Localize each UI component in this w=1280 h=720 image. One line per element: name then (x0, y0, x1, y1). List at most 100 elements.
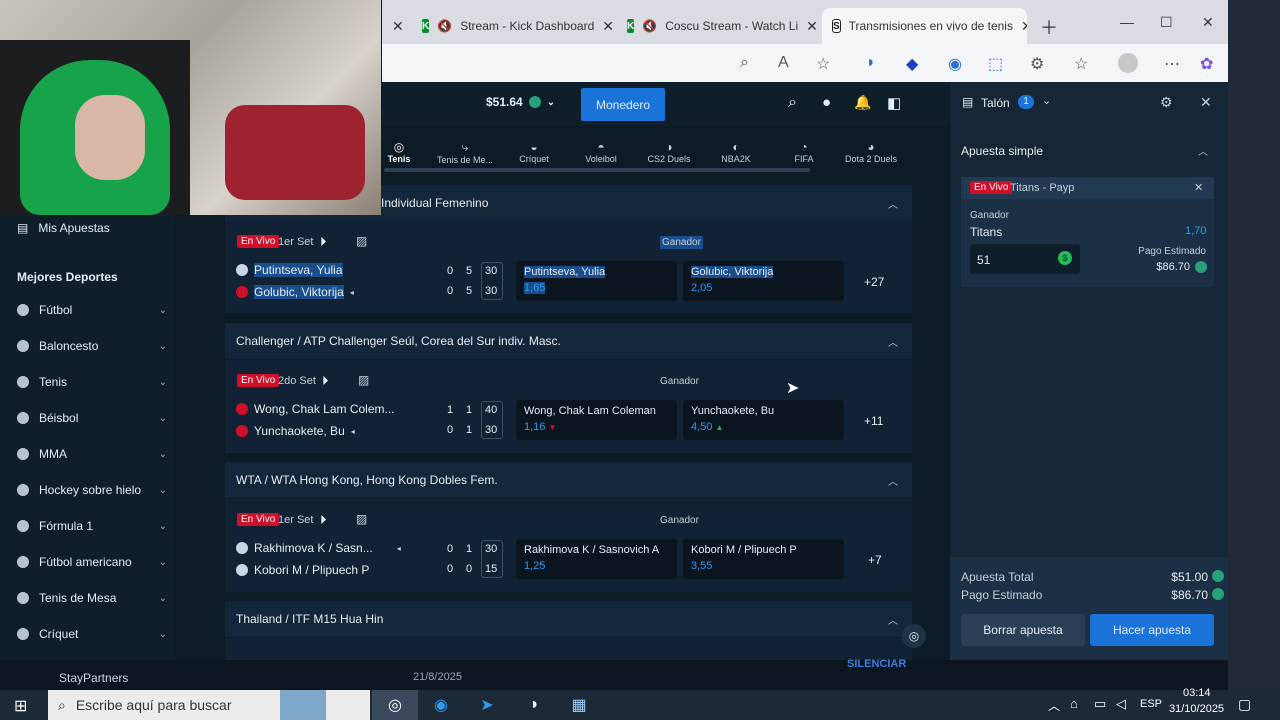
close-icon[interactable]: ✕ (1194, 181, 1203, 194)
clock-date[interactable]: 31/10/2025 (1169, 703, 1224, 715)
sidebar-item-american-football[interactable]: Fútbol americano ⌄ (17, 555, 167, 569)
extension-icon[interactable]: ◗ (866, 54, 876, 72)
edge-icon[interactable]: ◉ (418, 690, 464, 720)
taskbar-app-game[interactable] (280, 690, 326, 720)
odds-button[interactable]: Kobori M / Plipuech P 3,55 (683, 539, 844, 579)
sidebar-item-basketball[interactable]: Baloncesto ⌄ (17, 339, 167, 353)
favorite-star-icon[interactable]: ☆ (816, 54, 830, 74)
chevron-down-icon[interactable]: ⌄ (1042, 94, 1051, 107)
stake-input[interactable]: 51 $ (970, 244, 1080, 274)
more-markets-link[interactable]: +7 (868, 553, 882, 567)
close-window-icon[interactable]: ✕ (1202, 14, 1214, 31)
player-row[interactable]: Rakhimova K / Sasn... ◂ (236, 541, 401, 555)
play-stream-icon[interactable]: ⏵ (320, 512, 327, 528)
zoom-icon[interactable]: ⌕ (740, 54, 749, 72)
section-header[interactable]: Thailand / ITF M15 Hua Hin ︿ (225, 601, 912, 637)
clear-bet-button[interactable]: Borrar apuesta (961, 614, 1085, 646)
chevron-up-icon[interactable]: ︿ (1048, 697, 1060, 714)
volume-icon[interactable]: ◁ (1116, 696, 1126, 712)
sidebar-item-table-tennis[interactable]: Tenis de Mesa ⌄ (17, 591, 167, 605)
maximize-icon[interactable]: ☐ (1160, 14, 1173, 31)
odds-button[interactable]: Putintseva, Yulia 1,65 (516, 261, 677, 301)
language-indicator[interactable]: ESP (1140, 698, 1162, 710)
place-bet-button[interactable]: Hacer apuesta (1090, 614, 1214, 646)
read-aloud-icon[interactable]: A (778, 54, 789, 72)
sport-tab-fifa[interactable]: ◔ FIFA (769, 140, 839, 164)
stats-icon[interactable]: ▨ (358, 373, 369, 387)
chevron-up-icon[interactable]: ︿ (1198, 143, 1208, 158)
extension-icon[interactable]: ◉ (948, 54, 962, 74)
sidebar-toggle-icon[interactable]: ◧ (887, 94, 901, 112)
more-markets-link[interactable]: +27 (864, 275, 884, 289)
tab-kick-dashboard[interactable]: K 🔇 Stream - Kick Dashboard ✕ (412, 8, 617, 44)
network-icon[interactable]: ⌂ (1070, 696, 1078, 711)
notification-bell-icon[interactable]: 🔔 (854, 94, 871, 111)
mute-link[interactable]: SILENCIAR (847, 658, 906, 670)
sport-tab-table-tennis[interactable]: ⤷ Tenis de Me... (430, 140, 500, 165)
sidebar-item-football[interactable]: Fútbol ⌄ (17, 303, 167, 317)
sidebar-item-cricket[interactable]: Críquet ⌄ (17, 627, 167, 641)
chevron-up-icon[interactable]: ︿ (888, 334, 898, 349)
section-header[interactable]: WTA / WTA Hong Kong, Hong Kong Dobles Fe… (225, 462, 912, 498)
support-chat-icon[interactable]: ◎ (902, 624, 926, 648)
clock-time[interactable]: 03:14 (1183, 687, 1211, 699)
search-icon[interactable]: ⌕ (788, 94, 797, 112)
tab-coscu-stream[interactable]: K 🔇 Coscu Stream - Watch Li ✕ (617, 8, 822, 44)
odds-button[interactable]: Golubic, Viktorija 2,05 (683, 261, 844, 301)
favorites-icon[interactable]: ☆ (1074, 54, 1088, 74)
telegram-icon[interactable]: ➤ (464, 690, 510, 720)
wallet-button[interactable]: Monedero (581, 88, 665, 121)
play-stream-icon[interactable]: ⏵ (322, 373, 329, 389)
minimize-icon[interactable]: — (1120, 14, 1134, 30)
mute-icon[interactable]: 🔇 (642, 19, 657, 33)
close-icon[interactable]: ✕ (806, 18, 818, 35)
chevron-up-icon[interactable]: ︿ (888, 196, 898, 211)
sidebar-item-my-bets[interactable]: ▤ Mis Apuestas (17, 221, 167, 235)
close-icon[interactable]: ✕ (1200, 94, 1212, 111)
mute-icon[interactable]: 🔇 (437, 19, 452, 33)
settings-gear-icon[interactable]: ⚙ (1160, 94, 1173, 111)
copilot-icon[interactable]: ✿ (1200, 54, 1213, 74)
sidebar-item-formula1[interactable]: Fórmula 1 ⌄ (17, 519, 167, 533)
section-header[interactable]: Challenger / ATP Challenger Seúl, Corea … (225, 323, 912, 359)
calculator-icon[interactable]: ▦ (556, 690, 602, 720)
player-row[interactable]: Putintseva, Yulia (236, 263, 343, 277)
odds-button[interactable]: Rakhimova K / Sasnovich A 1,25 (516, 539, 677, 579)
discord-icon[interactable]: ◎ (372, 690, 418, 720)
close-icon[interactable]: ✕ (602, 18, 614, 35)
windows-start-icon[interactable]: ⊞ (14, 696, 27, 716)
extension-icon[interactable]: ◆ (906, 54, 918, 74)
new-tab-button[interactable]: ＋ (1040, 14, 1058, 40)
sidebar-item-tennis[interactable]: Tenis ⌄ (17, 375, 167, 389)
user-icon[interactable]: ● (822, 94, 831, 111)
odds-button[interactable]: Wong, Chak Lam Coleman 1,16 ▼ (516, 400, 677, 440)
tab-live-tennis[interactable]: S Transmisiones en vivo de tenis ✕ (822, 8, 1027, 44)
player-row[interactable]: Kobori M / Plipuech P (236, 563, 369, 577)
chevron-up-icon[interactable]: ︿ (888, 473, 898, 488)
profile-avatar[interactable] (1118, 53, 1138, 73)
sport-tab-dota2[interactable]: ◕ Dota 2 Duels (836, 140, 906, 164)
more-markets-link[interactable]: +11 (864, 414, 883, 428)
play-stream-icon[interactable]: ⏵ (320, 234, 327, 250)
address-bar[interactable]: ⌕ A ☆ ◗ ◆ ◉ ⬚ ⚙ ☆ ⋯ ✿ (382, 44, 1228, 82)
sidebar-item-baseball[interactable]: Béisbol ⌄ (17, 411, 167, 425)
sidebar-item-mma[interactable]: MMA ⌄ (17, 447, 167, 461)
player-row[interactable]: Yunchaokete, Bu ◂ (236, 424, 355, 438)
sport-tab-cricket[interactable]: ◒ Críquet (499, 140, 569, 164)
app-icon[interactable]: ◑ (510, 690, 556, 720)
wifi-icon[interactable]: ▭ (1094, 696, 1106, 712)
player-row[interactable]: Golubic, Viktorija ◂ (236, 285, 354, 299)
sidebar-item-ice-hockey[interactable]: Hockey sobre hielo ⌄ (17, 483, 167, 497)
balance-selector[interactable]: $51.64 ⌄ (474, 82, 574, 122)
screenshot-icon[interactable]: ⬚ (988, 54, 1003, 74)
scrollbar[interactable] (384, 168, 810, 172)
close-icon[interactable]: ✕ (392, 18, 404, 35)
more-options-icon[interactable]: ⋯ (1164, 54, 1180, 74)
close-icon[interactable]: ✕ (1021, 18, 1027, 35)
stats-icon[interactable]: ▨ (356, 234, 367, 248)
sport-tab-nba2k[interactable]: ◐ NBA2K (701, 140, 771, 164)
stats-icon[interactable]: ▨ (356, 512, 367, 526)
player-row[interactable]: Wong, Chak Lam Colem... (236, 402, 395, 416)
notifications-icon[interactable]: ▢ (1238, 696, 1251, 713)
odds-button[interactable]: Yunchaokete, Bu 4,50 ▲ (683, 400, 844, 440)
